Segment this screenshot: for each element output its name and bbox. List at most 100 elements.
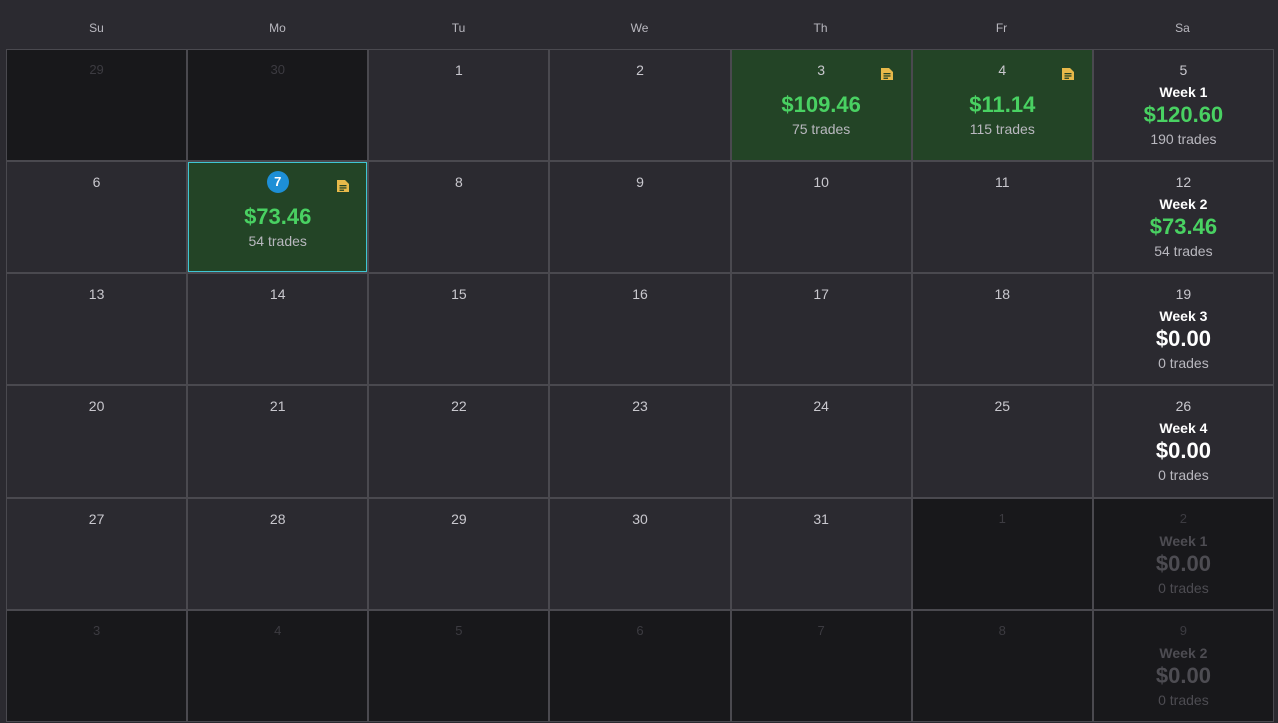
week-pnl: $73.46 xyxy=(1149,214,1218,240)
day-cell[interactable]: 1 xyxy=(369,50,549,161)
week-label: Week 1 xyxy=(1159,84,1208,100)
week-trade-count: 54 trades xyxy=(1154,243,1213,260)
day-number: 25 xyxy=(994,398,1011,415)
day-number: 19 xyxy=(1175,286,1192,303)
day-cell[interactable]: 7 $73.46 54 trades xyxy=(188,162,368,273)
day-cell[interactable]: 3 $109.46 75 trades xyxy=(731,50,911,161)
note-icon[interactable] xyxy=(1061,67,1075,81)
day-number: 1 xyxy=(998,510,1006,526)
day-number: 17 xyxy=(813,286,829,303)
note-icon[interactable] xyxy=(336,179,350,193)
day-cell[interactable]: 13 xyxy=(7,274,187,385)
day-number: 8 xyxy=(998,622,1006,638)
day-number: 18 xyxy=(994,286,1011,303)
day-cell[interactable]: 5 xyxy=(369,610,549,721)
day-cell[interactable]: 7 xyxy=(731,610,911,721)
day-cell[interactable]: 4 $11.14 115 trades xyxy=(912,50,1092,161)
weekday-label: Sa xyxy=(1175,21,1190,35)
day-cell[interactable]: 1 xyxy=(912,498,1092,609)
day-number: 1 xyxy=(454,62,463,78)
day-trade-count: 115 trades xyxy=(969,121,1035,137)
day-cell[interactable]: 25 xyxy=(912,386,1092,497)
weekday-header: Su Mo Tu We Th Fr Sa xyxy=(6,0,1273,50)
day-cell[interactable]: 27 xyxy=(7,498,187,609)
day-trade-count: 75 trades xyxy=(791,121,851,137)
day-number: 29 xyxy=(89,62,104,77)
week-summary-cell[interactable]: 5 Week 1 $120.60 190 trades xyxy=(1093,50,1273,161)
day-number: 2 xyxy=(1179,510,1188,526)
week-trade-count: 190 trades xyxy=(1150,131,1217,147)
week-trade-count: 0 trades xyxy=(1158,691,1209,708)
day-number: 13 xyxy=(88,286,105,303)
day-number: 30 xyxy=(632,510,648,527)
day-number: 16 xyxy=(632,286,648,303)
day-number: 30 xyxy=(270,62,285,77)
day-cell[interactable]: 20 xyxy=(7,386,187,497)
day-trade-count: 54 trades xyxy=(248,233,307,250)
day-cell[interactable]: 10 xyxy=(731,162,911,273)
day-number: 2 xyxy=(636,62,644,78)
day-number: 24 xyxy=(813,398,829,415)
day-cell[interactable]: 18 xyxy=(912,274,1092,385)
day-number: 4 xyxy=(998,62,1007,78)
day-number: 7 xyxy=(817,622,825,638)
day-pnl: $11.14 xyxy=(969,92,1036,117)
day-number: 6 xyxy=(92,174,101,191)
day-number: 11 xyxy=(995,174,1010,191)
day-number: 5 xyxy=(455,622,463,638)
week-summary-cell[interactable]: 26 Week 4 $0.00 0 trades xyxy=(1093,386,1273,497)
day-cell[interactable]: 17 xyxy=(731,274,911,385)
day-cell[interactable]: 11 xyxy=(912,162,1092,273)
week-label: Week 2 xyxy=(1159,644,1208,661)
week-summary-cell[interactable]: 2 Week 1 $0.00 0 trades xyxy=(1093,498,1273,609)
day-number: 9 xyxy=(636,174,644,191)
day-cell[interactable]: 24 xyxy=(731,386,911,497)
weekday-label: Mo xyxy=(269,21,286,35)
week-pnl: $0.00 xyxy=(1155,438,1211,464)
day-cell[interactable]: 28 xyxy=(188,498,368,609)
calendar-grid: 29 30 1 2 3 $109.46 75 trades 4 $11.14 115 trades… xyxy=(6,49,1274,722)
week-summary-cell[interactable]: 12 Week 2 $73.46 54 trades xyxy=(1093,162,1273,273)
weekday-label: Fr xyxy=(995,21,1008,35)
note-icon[interactable] xyxy=(880,67,894,81)
day-cell[interactable]: 4 xyxy=(188,610,368,721)
week-summary-cell[interactable]: 19 Week 3 $0.00 0 trades xyxy=(1093,274,1273,385)
day-cell[interactable]: 30 xyxy=(550,498,730,609)
weekday-label: Tu xyxy=(451,21,466,35)
today-badge: 7 xyxy=(266,171,289,194)
day-cell[interactable]: 31 xyxy=(731,498,911,609)
day-cell[interactable]: 30 xyxy=(188,50,368,161)
day-cell[interactable]: 22 xyxy=(369,386,549,497)
day-number: 23 xyxy=(632,398,648,415)
day-cell[interactable]: 16 xyxy=(550,274,730,385)
day-cell[interactable]: 21 xyxy=(188,386,368,497)
week-label: Week 2 xyxy=(1159,196,1208,213)
week-trade-count: 0 trades xyxy=(1158,355,1209,372)
day-cell[interactable]: 2 xyxy=(550,50,730,161)
week-label: Week 3 xyxy=(1159,308,1208,325)
weekday-label: We xyxy=(630,21,649,35)
day-number: 8 xyxy=(454,174,463,191)
day-cell[interactable]: 29 xyxy=(7,50,187,161)
day-number: 14 xyxy=(269,286,286,303)
day-cell[interactable]: 14 xyxy=(188,274,368,385)
day-number: 3 xyxy=(92,622,101,638)
week-pnl: $0.00 xyxy=(1155,550,1211,576)
week-summary-cell[interactable]: 9 Week 2 $0.00 0 trades xyxy=(1093,610,1273,721)
day-number: 5 xyxy=(1179,62,1188,78)
day-cell[interactable]: 23 xyxy=(550,386,730,497)
week-trade-count: 0 trades xyxy=(1158,467,1209,484)
day-cell[interactable]: 6 xyxy=(550,610,730,721)
day-cell[interactable]: 29 xyxy=(369,498,549,609)
week-label: Week 1 xyxy=(1159,532,1208,549)
day-cell[interactable]: 8 xyxy=(369,162,549,273)
week-pnl: $120.60 xyxy=(1143,102,1224,127)
day-cell[interactable]: 8 xyxy=(912,610,1092,721)
day-cell[interactable]: 9 xyxy=(550,162,730,273)
day-number: 29 xyxy=(451,510,467,527)
day-cell[interactable]: 6 xyxy=(7,162,187,273)
week-pnl: $0.00 xyxy=(1155,662,1211,688)
day-cell[interactable]: 3 xyxy=(7,610,187,721)
day-cell[interactable]: 15 xyxy=(369,274,549,385)
day-number: 6 xyxy=(636,622,644,638)
